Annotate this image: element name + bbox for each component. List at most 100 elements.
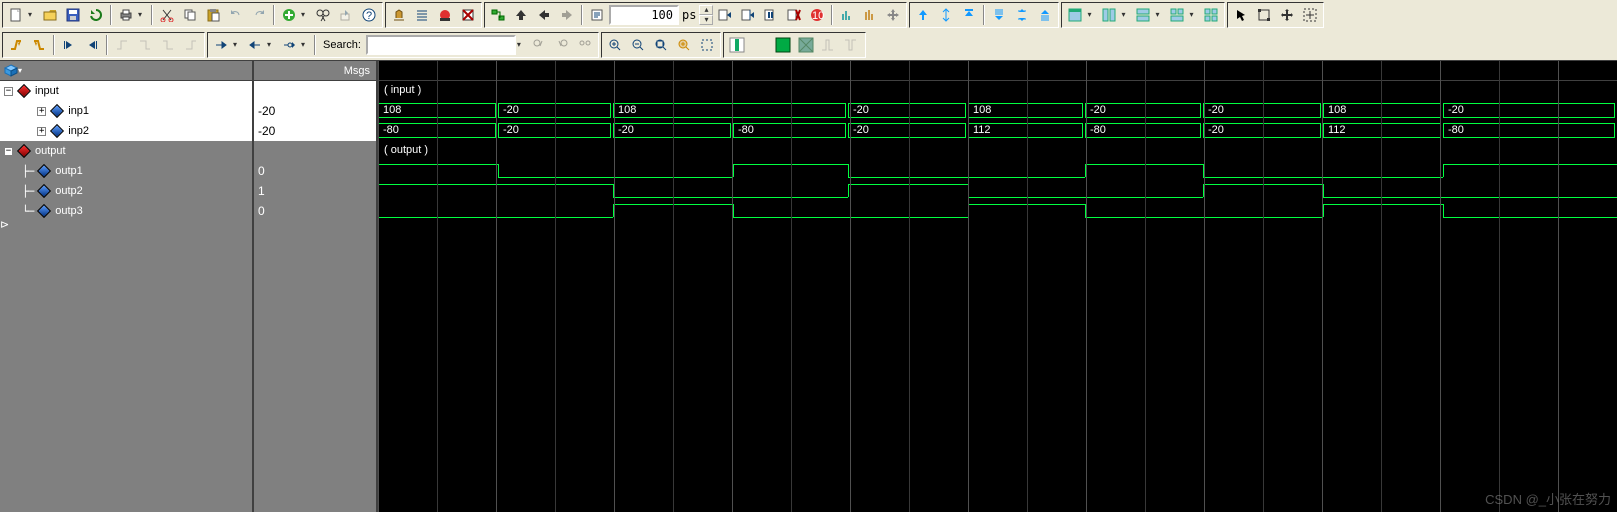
search-dropdown[interactable]: ▾: [517, 41, 527, 49]
search-all-button[interactable]: [574, 34, 596, 56]
signal-row-outp2[interactable]: ├─outp2: [0, 181, 252, 201]
add-dropdown[interactable]: ▾: [301, 11, 311, 19]
goto-button[interactable]: [335, 4, 357, 26]
msg-row-outp2[interactable]: 1: [254, 181, 376, 201]
wave-style6-button[interactable]: [841, 34, 863, 56]
msg-row-inp1[interactable]: -20: [254, 101, 376, 121]
up-arrow-button[interactable]: [510, 4, 532, 26]
new-button[interactable]: [5, 4, 27, 26]
layout3-button[interactable]: [1132, 4, 1154, 26]
pan-button[interactable]: [882, 4, 904, 26]
zoom-out-button[interactable]: [627, 34, 649, 56]
instance-dropdown[interactable]: ▾: [18, 67, 28, 75]
prev-edge-button[interactable]: [58, 34, 80, 56]
redo-button[interactable]: [248, 4, 270, 26]
wave-row-3[interactable]: ( output ): [378, 141, 1617, 161]
break-button[interactable]: [434, 4, 456, 26]
wave-style1-button[interactable]: [726, 34, 748, 56]
wave-style2-button[interactable]: [749, 34, 771, 56]
log-button[interactable]: [586, 4, 608, 26]
group-up-button[interactable]: [1034, 4, 1056, 26]
zoom-region-button[interactable]: [1299, 4, 1321, 26]
new-dropdown[interactable]: ▾: [28, 11, 38, 19]
chart2-button[interactable]: [859, 4, 881, 26]
msg-row-inp2[interactable]: -20: [254, 121, 376, 141]
cursor-top-button[interactable]: [958, 4, 980, 26]
signal-in-button[interactable]: [5, 34, 27, 56]
search-next-button[interactable]: [551, 34, 573, 56]
add-button[interactable]: [278, 4, 300, 26]
tree-toggle[interactable]: −: [4, 147, 13, 156]
signal-row-inp1[interactable]: ├─+inp1: [0, 101, 252, 121]
driver-out-dd[interactable]: ▾: [267, 41, 277, 49]
zoom-full-button[interactable]: [650, 34, 672, 56]
signal-row-output[interactable]: −output: [0, 141, 252, 161]
undo-button[interactable]: [225, 4, 247, 26]
zoom-cursor-button[interactable]: [673, 34, 695, 56]
msg-row-outp3[interactable]: 0: [254, 201, 376, 221]
next-transition-button[interactable]: [134, 34, 156, 56]
run-all-button[interactable]: [737, 4, 759, 26]
prev-transition-button[interactable]: [111, 34, 133, 56]
time-ruler[interactable]: [378, 61, 1617, 81]
search-prev-button[interactable]: [528, 34, 550, 56]
driver-trace-button[interactable]: [278, 34, 300, 56]
paste-button[interactable]: [202, 4, 224, 26]
time-up[interactable]: ▴: [699, 5, 713, 15]
msg-row-outp1[interactable]: 0: [254, 161, 376, 181]
driver-out-button[interactable]: [244, 34, 266, 56]
msg-row-output[interactable]: [254, 141, 376, 161]
layout2-button[interactable]: [1098, 4, 1120, 26]
select-region-button[interactable]: [1253, 4, 1275, 26]
print-button[interactable]: [115, 4, 137, 26]
copy-button[interactable]: [179, 4, 201, 26]
cursor-swap-button[interactable]: [935, 4, 957, 26]
cut-button[interactable]: [156, 4, 178, 26]
pointer-button[interactable]: [1230, 4, 1252, 26]
wave-style4-button[interactable]: [795, 34, 817, 56]
wave-row-4[interactable]: [378, 161, 1617, 181]
time-input[interactable]: [609, 5, 679, 25]
wave-row-5[interactable]: [378, 181, 1617, 201]
zoom-area-button[interactable]: [696, 34, 718, 56]
signal-row-inp2[interactable]: └─+inp2: [0, 121, 252, 141]
tree-toggle[interactable]: +: [37, 127, 46, 136]
list-button[interactable]: [411, 4, 433, 26]
move-button[interactable]: [1276, 4, 1298, 26]
next-falling-button[interactable]: [180, 34, 202, 56]
wave-row-2[interactable]: -80-20-20-80-20112-80-20112-80: [378, 121, 1617, 141]
driver-in-button[interactable]: [210, 34, 232, 56]
print-dropdown[interactable]: ▾: [138, 11, 148, 19]
find-button[interactable]: [312, 4, 334, 26]
layout4-button[interactable]: [1166, 4, 1188, 26]
group-down-button[interactable]: [988, 4, 1010, 26]
layout4-dd[interactable]: ▾: [1189, 11, 1199, 19]
save-button[interactable]: [62, 4, 84, 26]
wave-style3-button[interactable]: [772, 34, 794, 56]
wave-row-1[interactable]: 108-20108-20108-20-20108-20: [378, 101, 1617, 121]
open-button[interactable]: [39, 4, 61, 26]
wave-row-6[interactable]: [378, 201, 1617, 221]
tree-toggle[interactable]: −: [4, 87, 13, 96]
back-arrow-button[interactable]: [533, 4, 555, 26]
signal-row-outp1[interactable]: ├─outp1: [0, 161, 252, 181]
driver-in-dd[interactable]: ▾: [233, 41, 243, 49]
signal-row-outp3[interactable]: └─outp3: [0, 201, 252, 221]
next-edge-button[interactable]: [81, 34, 103, 56]
driver-trace-dd[interactable]: ▾: [301, 41, 311, 49]
wave-style5-button[interactable]: [818, 34, 840, 56]
link-button[interactable]: [487, 4, 509, 26]
layout2-dd[interactable]: ▾: [1121, 11, 1131, 19]
chart1-button[interactable]: [836, 4, 858, 26]
clear-button[interactable]: [457, 4, 479, 26]
help-button[interactable]: ?: [358, 4, 380, 26]
run-button[interactable]: [714, 4, 736, 26]
layout1-button[interactable]: [1064, 4, 1086, 26]
search-input[interactable]: [366, 35, 516, 55]
layout5-button[interactable]: [1200, 4, 1222, 26]
layout3-dd[interactable]: ▾: [1155, 11, 1165, 19]
time-down[interactable]: ▾: [699, 15, 713, 25]
stop-button[interactable]: [783, 4, 805, 26]
layout1-dd[interactable]: ▾: [1087, 11, 1097, 19]
msg-row-input[interactable]: [254, 81, 376, 101]
